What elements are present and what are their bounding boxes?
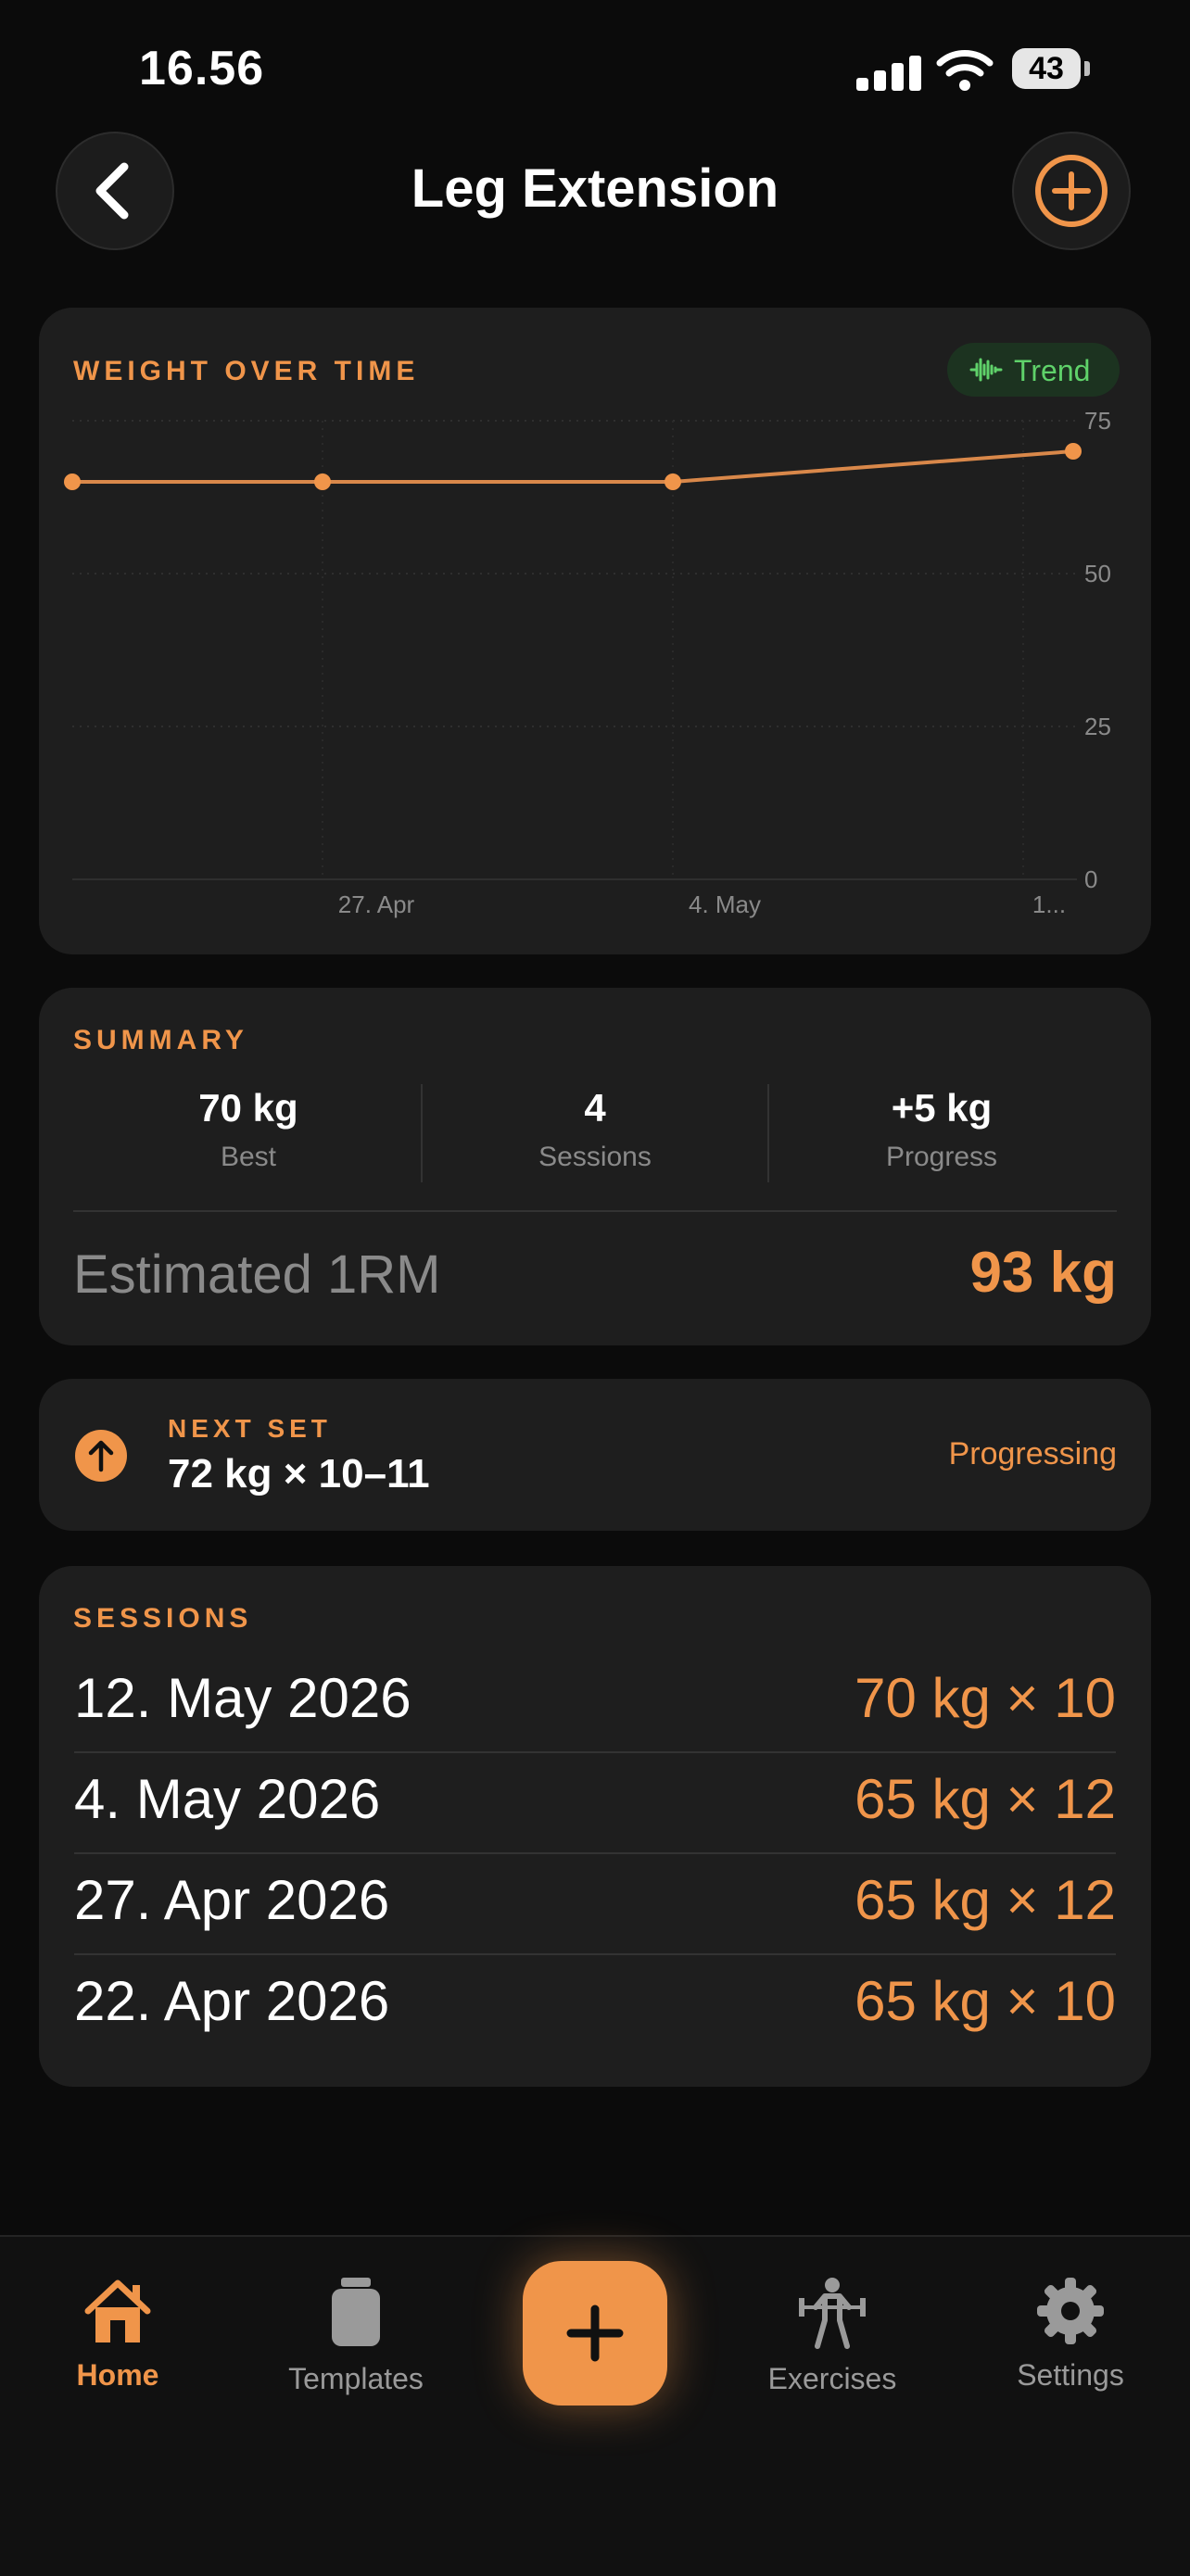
data-point (665, 474, 681, 490)
progress-label: Progress (885, 1142, 998, 1172)
session-date: 12. May 2026 (74, 1667, 411, 1729)
x-tick-label: 1... (1032, 890, 1066, 918)
next-set-label: NEXT SET (168, 1414, 332, 1443)
plus-circle-icon (1035, 155, 1108, 227)
progress-value: +5 kg (891, 1086, 993, 1130)
session-date: 4. May 2026 (74, 1768, 381, 1830)
x-tick-label: 4. May (689, 890, 761, 918)
session-value: 65 kg × 12 (855, 1768, 1116, 1830)
add-entry-button[interactable] (1012, 132, 1131, 250)
tab-settings[interactable]: Settings (978, 2276, 1163, 2393)
gear-icon (1037, 2278, 1104, 2344)
y-tick-label: 50 (1084, 560, 1111, 587)
session-row[interactable]: 12. May 2026 70 kg × 10 (74, 1649, 1116, 1749)
session-date: 22. Apr 2026 (74, 1970, 390, 2032)
summary-progress: +5 kg Progress (769, 1086, 1114, 1173)
one-rm-value: 93 kg (969, 1241, 1117, 1305)
tab-templates[interactable]: Templates (263, 2276, 449, 2396)
tab-exercises[interactable]: Exercises (740, 2276, 925, 2396)
cellular-signal-icon (856, 54, 921, 91)
weightlifter-icon (799, 2278, 866, 2349)
data-point (314, 474, 331, 490)
data-point (1065, 443, 1082, 460)
summary-best: 70 kg Best (76, 1086, 421, 1173)
new-workout-button[interactable] (523, 2261, 667, 2406)
status-time: 16.56 (139, 42, 265, 95)
session-row[interactable]: 22. Apr 2026 65 kg × 10 (74, 1952, 1116, 2052)
summary-separator (73, 1210, 1117, 1212)
sessions-label: Sessions (538, 1142, 652, 1172)
next-set-card[interactable]: NEXT SET 72 kg × 10–11 Progressing (39, 1379, 1151, 1531)
tab-bar: Home Templates Exercises Settings (0, 2235, 1190, 2576)
one-rm-label: Estimated 1RM (73, 1244, 441, 1305)
house-icon (84, 2279, 151, 2342)
tab-home-label: Home (76, 2358, 159, 2392)
session-value: 65 kg × 12 (855, 1869, 1116, 1931)
session-value: 65 kg × 10 (855, 1970, 1116, 2032)
x-tick-label: 27. Apr (338, 890, 415, 918)
summary-card: SUMMARY 70 kg Best 4 Sessions +5 kg Prog… (39, 988, 1151, 1345)
templates-icon (332, 2278, 380, 2346)
battery-tip (1084, 61, 1090, 76)
sessions-section-label: SESSIONS (73, 1603, 253, 1634)
battery-icon: 43 (1012, 48, 1081, 89)
y-tick-label: 75 (1084, 407, 1111, 435)
best-value: 70 kg (198, 1086, 298, 1130)
weight-line-chart: 0 25 50 75 27. Apr 4. May 1... (64, 407, 1111, 918)
series-line (72, 449, 1074, 484)
arrow-up-circle-icon (75, 1430, 127, 1482)
session-row[interactable]: 4. May 2026 65 kg × 12 (74, 1750, 1116, 1850)
tab-templates-label: Templates (288, 2362, 424, 2395)
session-value: 70 kg × 10 (855, 1667, 1116, 1729)
summary-sessions: 4 Sessions (423, 1086, 767, 1173)
session-date: 27. Apr 2026 (74, 1869, 390, 1931)
session-row[interactable]: 27. Apr 2026 65 kg × 12 (74, 1851, 1116, 1951)
next-set-status: Progressing (948, 1436, 1117, 1471)
plus-icon (566, 2305, 624, 2362)
data-point (64, 474, 81, 490)
weight-chart-card: WEIGHT OVER TIME Trend 0 25 50 75 27. Apr 4. … (39, 308, 1151, 954)
y-tick-label: 0 (1084, 865, 1097, 893)
wifi-icon (936, 50, 994, 91)
best-label: Best (220, 1142, 277, 1172)
next-set-value: 72 kg × 10–11 (168, 1451, 430, 1496)
tab-home[interactable]: Home (25, 2276, 210, 2393)
sessions-value: 4 (584, 1086, 606, 1130)
summary-section-label: SUMMARY (73, 1025, 248, 1055)
tab-settings-label: Settings (1017, 2358, 1124, 2392)
tab-exercises-label: Exercises (767, 2362, 897, 2395)
y-tick-label: 25 (1084, 713, 1111, 740)
